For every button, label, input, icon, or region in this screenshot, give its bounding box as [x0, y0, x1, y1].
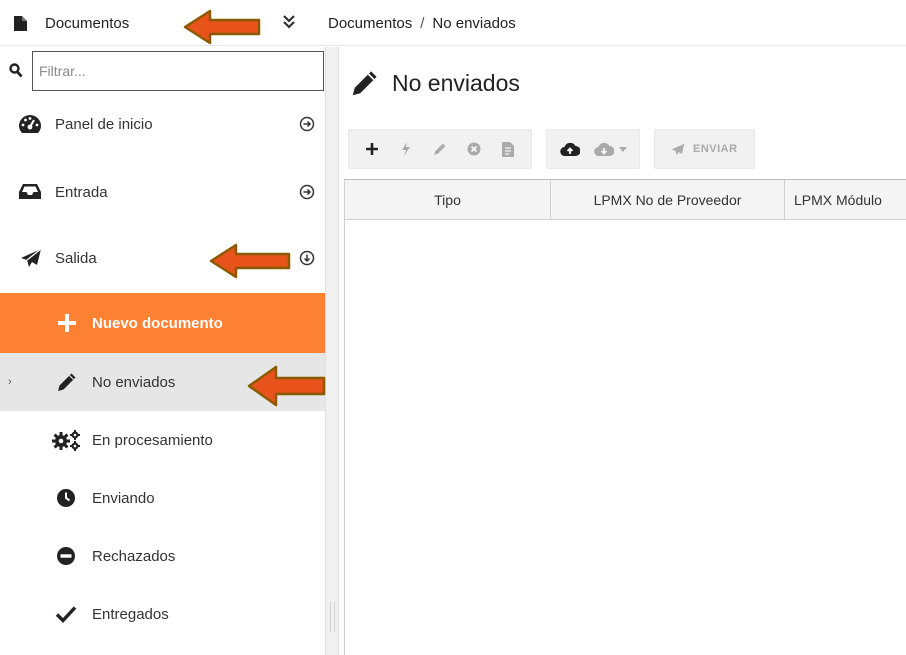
page-title: No enviados — [350, 67, 520, 99]
selection-marker: › — [8, 376, 12, 388]
pencil-icon — [434, 143, 446, 155]
scrollbar-grip[interactable] — [330, 602, 335, 632]
sidebar-item-label: En procesamiento — [92, 431, 213, 449]
annotation-arrow-icon — [183, 9, 261, 45]
times-circle-icon — [467, 142, 481, 156]
column-header-tipo[interactable]: Tipo — [345, 180, 551, 220]
caret-down-icon — [618, 146, 627, 152]
main-content: No enviados ENVIAR Tipo LPMX No de Prove… — [340, 47, 906, 655]
top-bar: Documentos Documentos / No enviados — [0, 0, 906, 46]
sidebar-item-label: Rechazados — [92, 547, 176, 565]
column-header-modulo[interactable]: LPMX Módulo — [785, 180, 906, 220]
send-button-label: ENVIAR — [693, 143, 738, 155]
sidebar-item-nuevo-documento[interactable]: Nuevo documento — [0, 293, 326, 353]
sidebar-item-label: No enviados — [92, 373, 176, 391]
breadcrumb: Documentos / No enviados — [328, 12, 516, 34]
breadcrumb-item-current: No enviados — [432, 14, 516, 32]
arrow-down-circle-icon — [299, 250, 315, 266]
file-pdf-icon — [502, 141, 514, 157]
breadcrumb-item-documentos[interactable]: Documentos — [328, 15, 412, 32]
sidebar-scrollbar[interactable] — [325, 47, 339, 655]
pencil-icon — [352, 71, 377, 96]
bolt-icon — [402, 142, 410, 156]
toolbar-group-cloud — [546, 129, 640, 169]
sidebar-item-enviando[interactable]: Enviando — [0, 469, 326, 527]
pencil-icon — [56, 371, 78, 393]
sidebar-item-label: Salida — [55, 249, 97, 267]
cogs-icon — [52, 429, 82, 451]
action-button[interactable] — [389, 129, 423, 169]
sidebar-item-label: Entregados — [92, 605, 169, 623]
document-icon — [14, 15, 27, 31]
edit-button[interactable] — [423, 129, 457, 169]
sidebar-item-label: Panel de inicio — [55, 115, 153, 133]
upload-button[interactable] — [553, 129, 587, 169]
delete-button[interactable] — [457, 129, 491, 169]
paper-plane-icon — [20, 248, 42, 268]
clock-icon — [56, 488, 76, 508]
app-title-label: Documentos — [45, 14, 130, 32]
search-icon — [9, 63, 23, 78]
add-button[interactable] — [355, 129, 389, 169]
dashboard-icon — [18, 114, 42, 134]
minus-circle-icon — [56, 546, 76, 566]
cloud-upload-icon — [560, 142, 580, 156]
column-header-proveedor[interactable]: LPMX No de Proveedor — [551, 180, 785, 220]
plus-icon — [366, 143, 378, 155]
arrow-right-circle-icon — [299, 116, 315, 132]
table-header: Tipo LPMX No de Proveedor LPMX Módulo — [345, 180, 906, 220]
sidebar-item-label: Entrada — [55, 183, 108, 201]
plus-icon — [57, 313, 77, 333]
filter-row — [6, 51, 324, 91]
toolbar-group-edit — [348, 129, 532, 169]
sidebar-item-panel-de-inicio[interactable]: Panel de inicio — [0, 95, 326, 153]
check-icon — [55, 605, 77, 623]
cloud-download-icon — [593, 142, 614, 156]
annotation-arrow-icon — [209, 243, 291, 279]
paper-plane-icon — [671, 143, 685, 155]
sidebar-item-label: Nuevo documento — [92, 314, 223, 332]
pdf-button[interactable] — [491, 129, 525, 169]
filter-input[interactable] — [32, 51, 324, 91]
inbox-icon — [18, 183, 42, 201]
annotation-arrow-icon — [247, 365, 326, 407]
sidebar-item-entregados[interactable]: Entregados — [0, 585, 326, 643]
page-title-text: No enviados — [392, 69, 520, 96]
download-dropdown-button[interactable] — [587, 129, 633, 169]
sidebar-item-en-procesamiento[interactable]: En procesamiento — [0, 411, 326, 469]
app-title[interactable]: Documentos — [14, 12, 129, 34]
documents-table: Tipo LPMX No de Proveedor LPMX Módulo — [344, 179, 906, 655]
arrow-right-circle-icon — [299, 184, 315, 200]
sidebar-item-label: Enviando — [92, 489, 155, 507]
sidebar-item-rechazados[interactable]: Rechazados — [0, 527, 326, 585]
sidebar-item-entrada[interactable]: Entrada — [0, 163, 326, 221]
breadcrumb-separator: / — [420, 14, 425, 32]
double-chevron-down-icon[interactable] — [281, 13, 297, 31]
sidebar: Panel de inicio Entrada Salida — [0, 47, 326, 655]
toolbar: ENVIAR — [348, 129, 755, 169]
send-button[interactable]: ENVIAR — [654, 129, 755, 169]
